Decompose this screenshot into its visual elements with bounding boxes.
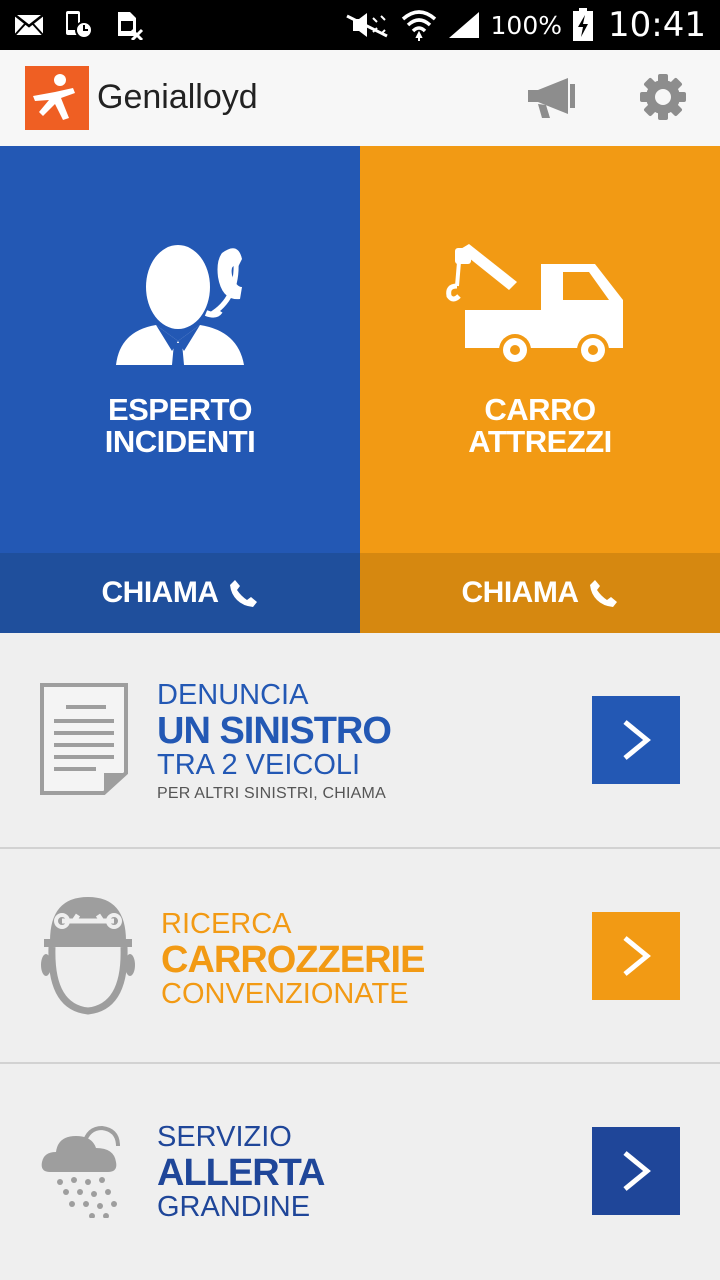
- clock: 10:41: [608, 5, 706, 45]
- app-bar: Genialloyd: [0, 50, 720, 146]
- settings-button[interactable]: [638, 72, 688, 127]
- megaphone-icon: [528, 78, 575, 118]
- phone-timer-icon: [66, 11, 93, 39]
- wifi-icon: [401, 10, 436, 41]
- signal-icon: [448, 12, 479, 38]
- hail-cloud-icon: [41, 1125, 120, 1219]
- expert-tile[interactable]: ESPERTO INCIDENTI CHIAMA: [0, 146, 360, 633]
- chevron-right-icon: [623, 1151, 651, 1191]
- status-bar: 100% 10:41: [0, 0, 720, 50]
- chevron-right-icon: [623, 936, 651, 976]
- call-expert-button[interactable]: CHIAMA: [0, 553, 360, 633]
- body-shop-search-row[interactable]: RICERCA CARROZZERIE CONVENZIONATE: [0, 849, 720, 1064]
- report-claim-row[interactable]: DENUNCIA UN SINISTRO TRA 2 VEICOLI PER A…: [0, 633, 720, 849]
- chevron-right-icon: [623, 720, 651, 760]
- tile-title-line1: ESPERTO: [107, 392, 253, 427]
- row-line2: CARROZZERIE: [161, 939, 425, 981]
- genialloyd-logo: [25, 66, 89, 130]
- call-tow-truck-button[interactable]: CHIAMA: [360, 553, 720, 633]
- call-label: CHIAMA: [461, 576, 580, 609]
- running-man-icon: [33, 74, 75, 120]
- tile-title-line1: CARRO: [484, 392, 596, 427]
- mechanic-icon: [41, 897, 135, 1015]
- battery-icon: [573, 8, 594, 41]
- hail-alert-arrow-button[interactable]: [592, 1127, 680, 1215]
- operator-headset-icon: [116, 245, 244, 365]
- sim-off-icon: [118, 12, 144, 40]
- hail-alert-row[interactable]: SERVIZIO ALLERTA GRANDINE: [0, 1064, 720, 1280]
- tile-title-line2: ATTREZZI: [468, 424, 612, 459]
- call-label: CHIAMA: [101, 576, 220, 609]
- report-claim-arrow-button[interactable]: [592, 696, 680, 784]
- row-line1: SERVIZIO: [157, 1121, 292, 1153]
- row-line2: ALLERTA: [157, 1152, 325, 1194]
- body-shop-arrow-button[interactable]: [592, 912, 680, 1000]
- gear-icon: [640, 74, 686, 120]
- news-button[interactable]: [524, 74, 578, 127]
- row-note: PER ALTRI SINISTRI, CHIAMA: [157, 785, 386, 802]
- phone-icon: [229, 580, 257, 607]
- email-icon: [14, 14, 44, 36]
- row-line1: RICERCA: [161, 908, 292, 940]
- phone-icon: [589, 580, 617, 607]
- tow-truck-tile[interactable]: CARRO ATTREZZI CHIAMA: [360, 146, 720, 633]
- document-icon: [40, 683, 128, 795]
- row-line3: GRANDINE: [157, 1191, 311, 1223]
- row-line3: TRA 2 VEICOLI: [157, 749, 361, 781]
- tile-title-line2: INCIDENTI: [104, 424, 256, 459]
- app-title: Genialloyd: [97, 78, 258, 116]
- mute-icon: [345, 13, 388, 38]
- row-line3: CONVENZIONATE: [161, 978, 409, 1010]
- row-line1: DENUNCIA: [157, 679, 309, 711]
- battery-percent: 100%: [490, 10, 563, 40]
- row-line2: UN SINISTRO: [157, 710, 392, 752]
- tow-truck-icon: [446, 244, 623, 366]
